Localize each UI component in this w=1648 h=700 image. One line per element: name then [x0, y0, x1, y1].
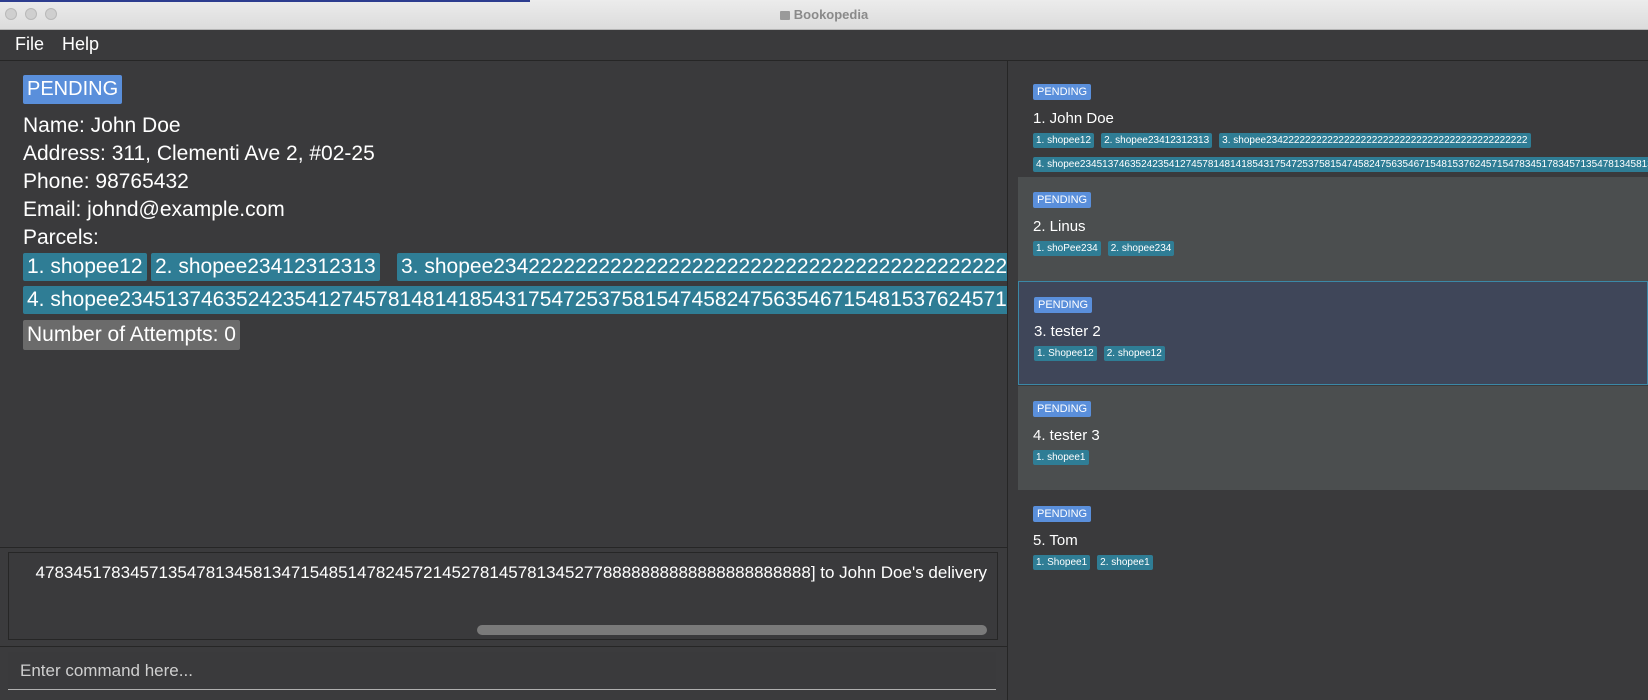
detail-name: Name: John Doe	[23, 114, 181, 137]
list-item[interactable]: PENDING 1. John Doe 1. shopee12 2. shopee…	[1018, 69, 1648, 173]
parcel-tags: 1. shoPee234 2. shopee234	[1033, 238, 1648, 262]
list-item-name: 1. John Doe	[1033, 110, 1114, 127]
list-item-name: 3. tester 2	[1034, 323, 1101, 340]
parcel-tag: 1. Shopee12	[1034, 346, 1097, 361]
list-item-name: 4. tester 3	[1033, 427, 1100, 444]
status-badge: PENDING	[1033, 401, 1092, 417]
title-bar-accent	[0, 0, 530, 2]
status-badge: PENDING	[1034, 297, 1093, 313]
list-item[interactable]: PENDING 4. tester 3 1. shopee1	[1018, 386, 1648, 490]
parcel-tag: 1. shopee12	[1033, 133, 1095, 148]
divider	[0, 547, 1007, 548]
window-title-text: Bookopedia	[793, 7, 869, 22]
parcel-tag: 2. shopee23412312313	[151, 253, 380, 281]
attempts-badge: Number of Attempts: 0	[23, 320, 240, 350]
menu-help[interactable]: Help	[62, 34, 99, 55]
status-badge: PENDING	[23, 75, 123, 104]
status-badge: PENDING	[1033, 84, 1092, 100]
menu-file[interactable]: File	[15, 34, 44, 55]
detail-address: Address: 311, Clementi Ave 2, #02-25	[23, 142, 375, 165]
parcel-tag: 2. shopee1	[1097, 555, 1153, 570]
divider	[0, 646, 1007, 647]
parcel-tag: 2. shopee234	[1107, 241, 1175, 256]
delivery-list[interactable]: PENDING 1. John Doe 1. shopee12 2. shopee…	[1008, 61, 1648, 700]
parcel-tags: 1. shopee12 2. shopee23412312313 3. shopee…	[1033, 130, 1648, 173]
result-display[interactable]: 4783451783457135478134581347154851478245…	[8, 552, 998, 640]
list-item[interactable]: PENDING 2. Linus 1. shoPee234 2. shopee23…	[1018, 177, 1648, 281]
command-input[interactable]	[8, 652, 996, 690]
window-title: Bookopedia	[0, 7, 1648, 22]
detail-parcels-label: Parcels:	[23, 226, 99, 249]
app-icon	[779, 11, 790, 20]
parcel-tag: 3. shopee2342222222222222222222222222222…	[1219, 133, 1531, 148]
parcel-tag: 4. shopee2345137463524235412745781481418…	[1033, 157, 1648, 172]
status-badge: PENDING	[1033, 192, 1092, 208]
parcel-tag: 1. shopee1	[1033, 450, 1089, 465]
list-item-name: 5. Tom	[1033, 532, 1078, 549]
parcel-tag: 1. shopee12	[23, 253, 147, 281]
parcel-tag: 3. shopee2342222222222222222222222222222…	[397, 253, 1007, 281]
parcel-tag: 4. shopee2345137463524235412745781481418…	[23, 286, 1007, 314]
delivery-detail-panel: PENDING Name: John Doe Address: 311, Cle…	[0, 61, 1007, 546]
list-item-selected[interactable]: PENDING 3. tester 2 1. Shopee12 2. shopee…	[1018, 281, 1648, 385]
result-text: 4783451783457135478134581347154851478245…	[35, 563, 987, 582]
parcel-tags: 1. Shopee1 2. shopee1	[1033, 552, 1648, 576]
parcel-tag: 2. shopee23412312313	[1101, 133, 1213, 148]
parcel-tags: 1. Shopee12 2. shopee12	[1034, 343, 1647, 367]
parcel-tag: 1. shoPee234	[1033, 241, 1101, 256]
menu-bar: File Help	[0, 30, 1648, 61]
horizontal-scrollbar[interactable]	[9, 625, 997, 635]
detail-email: Email: johnd@example.com	[23, 198, 285, 221]
parcel-tags: 1. shopee1	[1033, 447, 1648, 471]
scrollbar-thumb[interactable]	[477, 625, 987, 635]
parcel-tag: 1. Shopee1	[1033, 555, 1091, 570]
detail-phone: Phone: 98765432	[23, 170, 189, 193]
window-title-bar: Bookopedia	[0, 0, 1648, 30]
list-item[interactable]: PENDING 5. Tom 1. Shopee1 2. shopee1	[1018, 491, 1648, 595]
status-badge: PENDING	[1033, 506, 1092, 522]
parcel-tag: 2. shopee12	[1103, 346, 1165, 361]
list-item-name: 2. Linus	[1033, 218, 1086, 235]
